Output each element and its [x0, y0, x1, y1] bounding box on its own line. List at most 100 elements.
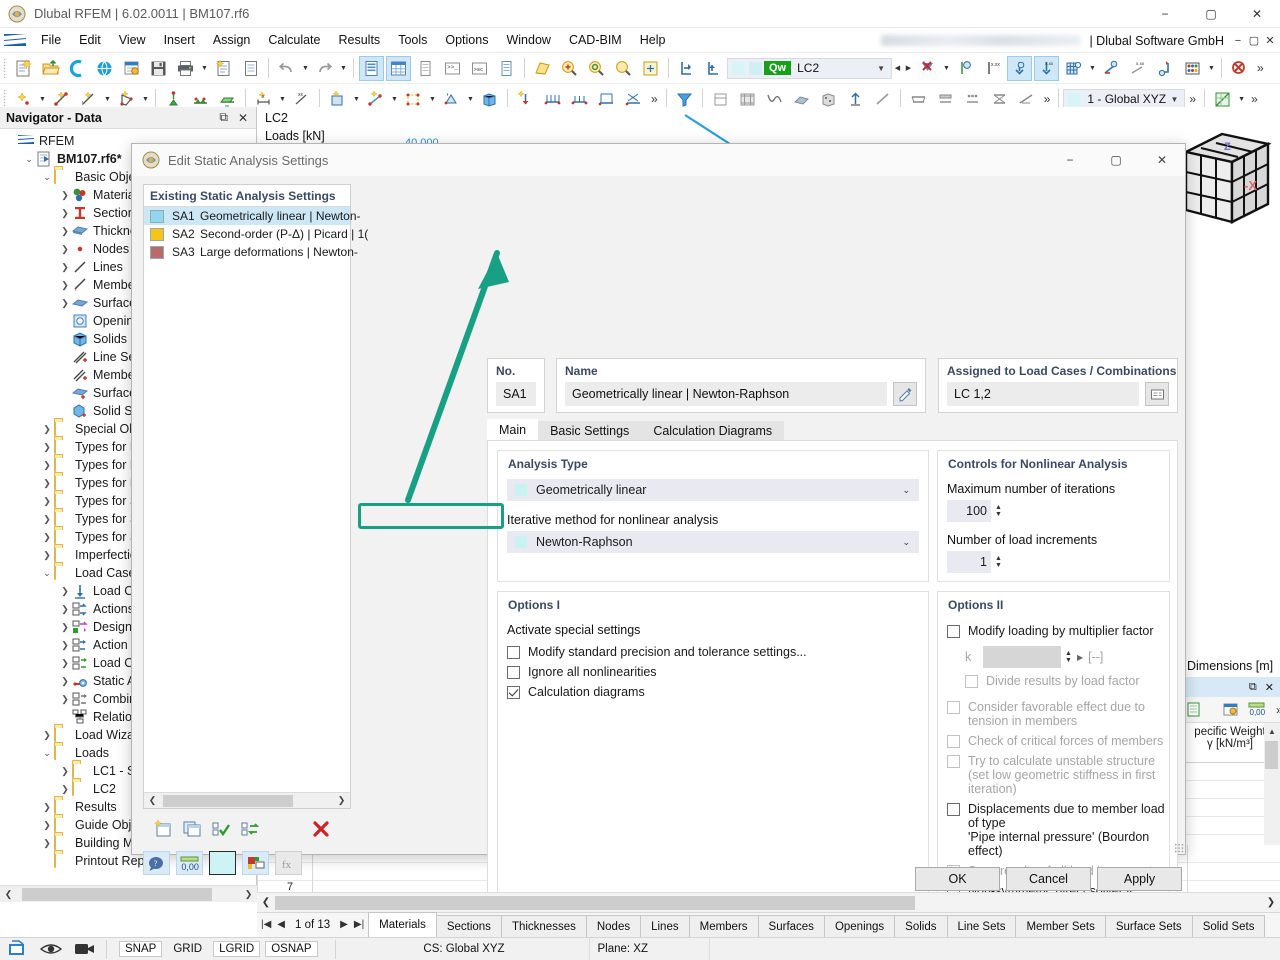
navigator-panel-icon[interactable]: [359, 55, 384, 81]
tab-basic-settings[interactable]: Basic Settings: [538, 421, 642, 441]
assigned-value[interactable]: LC 1,2: [947, 382, 1139, 406]
load-increments-stepper[interactable]: 1 ▲ ▼: [947, 551, 1002, 573]
k-stepper-arrows[interactable]: ▲ ▼: [1065, 646, 1072, 668]
delete-results-icon[interactable]: [1227, 56, 1252, 81]
chevron-right-icon[interactable]: ❯: [40, 460, 54, 471]
scroll-right-icon[interactable]: ❯: [333, 793, 350, 808]
bottom-tab-member-sets[interactable]: Member Sets: [1015, 915, 1106, 937]
print-icon[interactable]: [173, 56, 198, 81]
option-ii-row[interactable]: Consider favorable effect due to tension…: [947, 700, 1169, 728]
apply-button[interactable]: Apply: [1097, 867, 1182, 891]
chevron-right-icon[interactable]: ❯: [58, 262, 72, 273]
open-folder-icon[interactable]: [38, 56, 63, 81]
chevron-right-icon[interactable]: ❯: [40, 442, 54, 453]
bottom-tab-surfaces[interactable]: Surfaces: [757, 915, 825, 937]
scroll-left-icon[interactable]: ❮: [0, 887, 17, 902]
option-ii-row[interactable]: Try to calculate unstable structure (set …: [947, 754, 1169, 796]
workspace-hscroll-track[interactable]: [275, 895, 1262, 911]
chevron-right-icon[interactable]: ❯: [58, 676, 72, 687]
solid-load-caret[interactable]: ▼: [1087, 56, 1098, 81]
option-i-row[interactable]: Ignore all nonlinearities: [507, 665, 928, 679]
option-i-row[interactable]: Modify standard precision and tolerance …: [507, 645, 928, 659]
scroll-left-icon[interactable]: ❮: [144, 793, 161, 808]
bottom-tab-solid-sets[interactable]: Solid Sets: [1191, 915, 1266, 937]
workspace-hscroll-thumb[interactable]: [275, 895, 915, 910]
navigator-close-icon[interactable]: ✕: [238, 111, 248, 125]
right-panel-undock-icon[interactable]: ⧉: [1249, 681, 1257, 694]
menu-insert[interactable]: Insert: [155, 30, 204, 50]
stepper-arrows[interactable]: ▲ ▼: [995, 551, 1002, 573]
undo-dropdown-caret[interactable]: ▼: [300, 56, 311, 81]
dialog-resize-grip[interactable]: [1174, 843, 1184, 853]
print-preview-icon[interactable]: [0, 938, 34, 960]
menu-window[interactable]: Window: [497, 30, 559, 50]
checkbox[interactable]: [947, 735, 960, 748]
fit-view-icon[interactable]: [638, 56, 663, 81]
toolbar-grip[interactable]: [3, 89, 7, 109]
bottom-tab-nodes[interactable]: Nodes: [585, 915, 642, 937]
existing-setting-row[interactable]: SA1 Geometrically linear | Newton-: [144, 207, 361, 225]
tab-calculation-diagrams[interactable]: Calculation Diagrams: [641, 421, 785, 441]
cloud-globe-icon[interactable]: [92, 56, 117, 81]
load-case-prev-button[interactable]: ◀: [892, 56, 903, 81]
assigned-select-icon[interactable]: [1145, 382, 1169, 406]
chevron-right-icon[interactable]: ❯: [58, 298, 72, 309]
scroll-right-icon[interactable]: ❯: [1262, 894, 1280, 912]
option-i-row[interactable]: Calculation diagrams: [507, 685, 928, 699]
checkbox[interactable]: [507, 686, 520, 699]
bottom-tab-materials[interactable]: Materials: [368, 912, 437, 937]
osnap-toggle[interactable]: OSNAP: [265, 941, 318, 957]
menu-help[interactable]: Help: [631, 30, 675, 50]
table-nav-buttons[interactable]: |◀ ◀ 1 of 13 ▶ ▶|: [257, 912, 368, 937]
chevron-right-icon[interactable]: ❯: [58, 604, 72, 615]
chevron-right-icon[interactable]: ❯: [58, 658, 72, 669]
existing-list-scroll-track[interactable]: [161, 794, 333, 808]
chevron-right-icon[interactable]: ❯: [40, 532, 54, 543]
edit-static-analysis-settings-dialog[interactable]: Edit Static Analysis Settings − ▢ ✕ Exis…: [131, 143, 1186, 960]
checkbox[interactable]: [947, 701, 960, 714]
menu-edit[interactable]: Edit: [70, 30, 110, 50]
calculation-abacus-icon[interactable]: [1180, 56, 1205, 81]
first-page-button[interactable]: |◀: [261, 919, 271, 930]
list-panel-icon[interactable]: [413, 56, 438, 81]
window-minimize-button[interactable]: −: [1142, 0, 1188, 28]
k-input[interactable]: [983, 646, 1061, 668]
menu-cad-bim[interactable]: CAD-BIM: [560, 30, 631, 50]
checkbox[interactable]: [947, 625, 960, 638]
bottom-tab-thicknesses[interactable]: Thicknesses: [500, 915, 587, 937]
stepper-arrows[interactable]: ▲ ▼: [995, 500, 1002, 522]
menu-results[interactable]: Results: [330, 30, 390, 50]
camera-icon[interactable]: [68, 938, 102, 960]
surface-load-icon[interactable]: x.xx: [1034, 55, 1059, 81]
menu-view[interactable]: View: [110, 30, 155, 50]
no-input[interactable]: SA1: [496, 382, 536, 406]
snap-toggle[interactable]: SNAP: [119, 941, 163, 957]
print-dropdown-caret[interactable]: ▼: [199, 56, 210, 81]
checkbox[interactable]: [965, 675, 978, 688]
zoom-in-icon[interactable]: [557, 56, 582, 81]
chevron-right-icon[interactable]: ❯: [40, 496, 54, 507]
chevron-down-icon[interactable]: ⌄: [22, 154, 36, 165]
menu-assign[interactable]: Assign: [204, 30, 260, 50]
chevron-down-icon[interactable]: ⌄: [40, 172, 54, 183]
table-edit-icon[interactable]: [1221, 697, 1240, 722]
navigator-hscroll-track[interactable]: [17, 886, 240, 902]
member-load-icon[interactable]: [1007, 55, 1032, 81]
tab-main[interactable]: Main: [487, 419, 539, 441]
load-increments-value[interactable]: 1: [947, 551, 991, 573]
chevron-down-icon[interactable]: ⌄: [40, 568, 54, 579]
chevron-right-icon[interactable]: ❯: [40, 514, 54, 525]
nodal-load-icon[interactable]: [953, 56, 978, 81]
existing-setting-row[interactable]: SA2 Second-order (P-Δ) | Picard | 1(: [144, 225, 368, 243]
visibility-eye-icon[interactable]: [34, 938, 68, 960]
right-panel-scroll-thumb[interactable]: [1265, 741, 1278, 769]
ok-button[interactable]: OK: [915, 867, 1000, 891]
chevron-right-icon[interactable]: ❯: [40, 730, 54, 741]
redo-dropdown-caret[interactable]: ▼: [338, 56, 349, 81]
window-close-button[interactable]: ✕: [1234, 0, 1280, 28]
new-model-icon[interactable]: [11, 56, 36, 81]
chevron-right-icon[interactable]: ❯: [40, 478, 54, 489]
bottom-tabs[interactable]: Materials Sections Thicknesses Nodes Lines Me…: [368, 912, 1266, 937]
toolbar-grip[interactable]: [3, 58, 7, 78]
chevron-right-icon[interactable]: ❯: [40, 838, 54, 849]
